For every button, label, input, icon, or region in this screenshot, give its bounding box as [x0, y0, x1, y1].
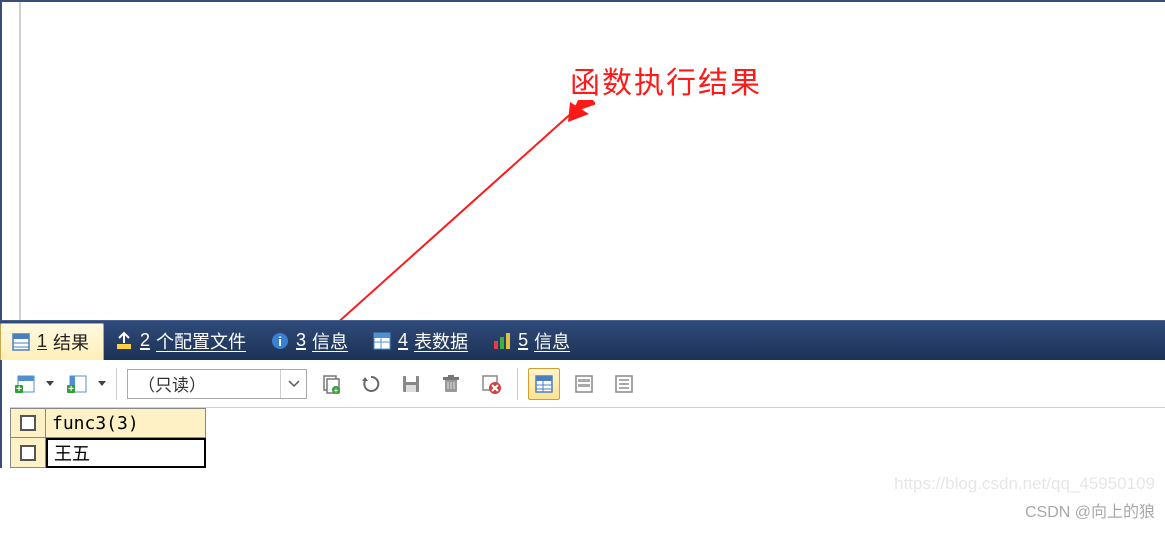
svg-text:+: + — [334, 386, 339, 395]
delete-button[interactable] — [435, 368, 467, 400]
info-icon: i — [270, 331, 290, 351]
svg-text:i: i — [278, 334, 282, 349]
grid-view-button[interactable] — [528, 368, 560, 400]
cancel-button[interactable] — [475, 368, 507, 400]
svg-text:+: + — [16, 384, 22, 395]
annotation-label: 函数执行结果 — [570, 58, 762, 102]
tab-num: 5 — [518, 330, 528, 351]
tab-tabledata[interactable]: 4 表数据 — [362, 322, 482, 360]
svg-text:+: + — [68, 384, 74, 395]
chevron-down-icon — [280, 370, 306, 398]
watermark-url: https://blog.csdn.net/qq_45950109 — [894, 474, 1155, 494]
tab-label: 信息 — [534, 328, 570, 354]
result-grid: func3(3) 王五 — [10, 408, 1165, 468]
tab-profiles[interactable]: 2 个配置文件 — [104, 322, 260, 360]
row-checkbox[interactable] — [10, 438, 46, 468]
save-button[interactable] — [395, 368, 427, 400]
grid-data-row: 王五 — [10, 438, 1165, 468]
tab-label: 个配置文件 — [156, 328, 246, 354]
tab-info-2[interactable]: 5 信息 — [482, 322, 584, 360]
tab-num: 4 — [398, 330, 408, 351]
tab-label: 表数据 — [414, 328, 468, 354]
readonly-select[interactable]: （只读） — [127, 369, 307, 399]
readonly-label: （只读） — [128, 371, 280, 396]
tab-num: 1 — [37, 331, 47, 352]
add-column-button[interactable]: + — [62, 368, 94, 400]
tab-num: 3 — [296, 330, 306, 351]
tab-label: 信息 — [312, 328, 348, 354]
watermark-credit: CSDN @向上的狼 — [1025, 498, 1155, 522]
grid-cell[interactable]: 王五 — [46, 438, 206, 468]
results-icon — [11, 332, 31, 352]
editor-area — [0, 0, 1165, 320]
tab-num: 2 — [140, 330, 150, 351]
row-checkbox[interactable] — [10, 408, 46, 438]
copy-button[interactable]: + — [315, 368, 347, 400]
tab-label: 结果 — [53, 329, 89, 355]
tab-bar: 1 结果 2 个配置文件 i 3 信息 4 表数据 5 信息 — [0, 320, 1165, 360]
add-row-button[interactable]: + — [10, 368, 42, 400]
chart-icon — [492, 331, 512, 351]
chevron-down-icon[interactable] — [98, 381, 106, 386]
profile-icon — [114, 331, 134, 351]
column-header[interactable]: func3(3) — [46, 408, 206, 438]
toolbar: + + （只读） + — [10, 360, 1165, 408]
text-view-button[interactable] — [608, 368, 640, 400]
table-icon — [372, 331, 392, 351]
chevron-down-icon[interactable] — [46, 381, 54, 386]
grid-header-row: func3(3) — [10, 408, 1165, 438]
tab-info-1[interactable]: i 3 信息 — [260, 322, 362, 360]
form-view-button[interactable] — [568, 368, 600, 400]
tab-results[interactable]: 1 结果 — [0, 323, 104, 361]
refresh-button[interactable] — [355, 368, 387, 400]
toolbar-area: + + （只读） + — [0, 360, 1165, 468]
